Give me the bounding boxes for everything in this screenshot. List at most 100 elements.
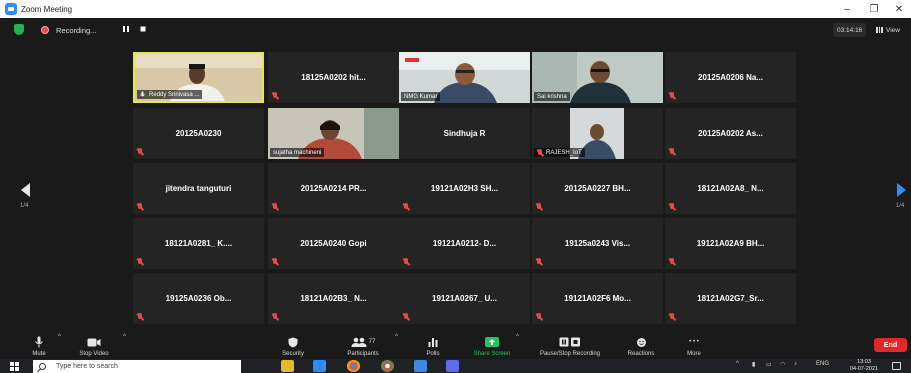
participant-tile[interactable]: 20125A0202 As...	[665, 108, 796, 159]
taskbar-search-input[interactable]: Type here to search	[33, 360, 241, 373]
participant-tile[interactable]: 20125A0240 Gopi	[268, 218, 399, 269]
participant-tile[interactable]: 19121A02H3 SH...	[399, 163, 530, 214]
participant-tile[interactable]: 18121A02B3_ N...	[268, 273, 399, 324]
participant-name: 19121A02F6 Mo...	[564, 294, 631, 303]
participant-name: 18121A02G7_Sr...	[697, 294, 764, 303]
participant-tile[interactable]: NMG Kumar	[399, 52, 530, 103]
video-options-caret-icon[interactable]: ^	[123, 334, 126, 340]
participant-name: 20125A0240 Gopi	[300, 239, 367, 248]
participant-tile[interactable]: 19125A0236 Ob...	[133, 273, 264, 324]
zoom-logo-icon	[5, 3, 17, 15]
file-explorer-icon[interactable]	[281, 360, 294, 372]
participant-tile[interactable]: 20125A0227 BH...	[532, 163, 663, 214]
end-meeting-button[interactable]: End	[874, 338, 907, 352]
participant-tile[interactable]: 18121A0281_ K....	[133, 218, 264, 269]
network-icon[interactable]: ▮	[752, 361, 755, 368]
volume-icon[interactable]: ♪	[794, 361, 797, 367]
muted-microphone-icon	[402, 203, 410, 211]
muted-microphone-icon	[535, 203, 543, 211]
show-hidden-icons-icon[interactable]: ^	[736, 361, 739, 367]
mute-button[interactable]: Mute	[28, 330, 50, 359]
page-indicator-left: 1/4	[20, 203, 29, 209]
paint-icon[interactable]	[414, 360, 427, 372]
microphone-icon	[140, 91, 145, 97]
security-button[interactable]: Security	[275, 330, 311, 359]
participant-tile[interactable]: Sindhuja R	[399, 108, 530, 159]
participants-options-caret-icon[interactable]: ^	[395, 334, 398, 340]
close-button[interactable]: ✕	[886, 0, 911, 18]
minimize-button[interactable]: –	[834, 0, 860, 18]
windows-taskbar: Type here to search ^ ▮ ▭ ◠ ♪ ENG 13:03 …	[0, 359, 911, 373]
muted-microphone-icon	[668, 258, 676, 266]
participant-tile[interactable]: 20125A0206 Na...	[665, 52, 796, 103]
participant-tile[interactable]: 19125a0243 Vis...	[532, 218, 663, 269]
share-options-caret-icon[interactable]: ^	[516, 334, 519, 340]
muted-microphone-icon	[271, 203, 279, 211]
participant-name-label: Sai krishna	[534, 92, 570, 101]
previous-page-icon[interactable]	[19, 182, 31, 198]
participant-tile[interactable]: 19121A02A9 BH...	[665, 218, 796, 269]
participant-name: 18125A0202 hit...	[301, 73, 366, 82]
muted-microphone-icon	[668, 313, 676, 321]
participant-tile[interactable]: 18121A02A8_ N...	[665, 163, 796, 214]
muted-microphone-icon	[136, 203, 144, 211]
participant-tile[interactable]: Sai krishna	[532, 52, 663, 103]
participant-tile-active-speaker[interactable]: Reddy Srinivasa ...	[133, 52, 264, 103]
participant-tile[interactable]: 18121A02G7_Sr...	[665, 273, 796, 324]
recording-indicator: Recording...	[34, 22, 112, 38]
muted-microphone-icon	[668, 92, 676, 100]
participant-name: 18121A0281_ K....	[164, 239, 233, 248]
pause-stop-recording-button[interactable]: Pause/Stop Recording	[528, 330, 612, 359]
polls-icon	[428, 336, 438, 348]
participant-tile[interactable]: RAJESH_IoT	[532, 108, 663, 159]
page-indicator-right: 1/4	[896, 203, 905, 209]
pause-recording-icon[interactable]	[122, 25, 130, 35]
security-shield-icon[interactable]	[14, 24, 24, 35]
meeting-top-bar: Recording... 03:14:16 View	[0, 18, 911, 42]
gallery-view-icon	[876, 27, 883, 33]
participant-name-label: NMG Kumar	[401, 92, 441, 101]
view-button[interactable]: View	[876, 23, 900, 37]
muted-microphone-icon	[536, 149, 544, 157]
stop-recording-icon[interactable]	[139, 25, 147, 35]
share-screen-button[interactable]: Share Screen	[464, 330, 520, 359]
reactions-button[interactable]: Reactions	[621, 330, 661, 359]
muted-microphone-icon	[271, 258, 279, 266]
pause-stop-recording-icon	[559, 336, 581, 348]
participant-name-label: RAJESH_IoT	[534, 148, 585, 157]
maximize-button[interactable]: ❐	[861, 0, 887, 18]
more-button[interactable]: • • • More	[679, 330, 709, 359]
muted-microphone-icon	[535, 258, 543, 266]
browser-icon[interactable]	[381, 360, 394, 372]
chrome-icon[interactable]	[347, 360, 360, 372]
participant-tile[interactable]: 19121A02F6 Mo...	[532, 273, 663, 324]
notifications-icon[interactable]	[892, 362, 901, 370]
battery-icon[interactable]: ▭	[766, 361, 772, 368]
participant-tile[interactable]: 20125A0214 PR...	[268, 163, 399, 214]
muted-microphone-icon	[402, 258, 410, 266]
zoom-window: Zoom Meeting – ❐ ✕ Recording... 03:14:16…	[0, 0, 911, 373]
participant-tile[interactable]: 18125A0202 hit...	[268, 52, 399, 103]
zoom-taskbar-icon[interactable]	[313, 360, 326, 372]
photos-icon[interactable]	[446, 360, 459, 372]
wifi-icon[interactable]: ◠	[780, 361, 785, 368]
audio-options-caret-icon[interactable]: ^	[58, 334, 61, 340]
taskbar-clock[interactable]: 13:03 04-07-2021	[843, 359, 885, 373]
participant-tile[interactable]: 19121A0212- D...	[399, 218, 530, 269]
participant-tile[interactable]: sujatha machineni	[268, 108, 399, 159]
stop-video-button[interactable]: Stop Video	[66, 330, 122, 359]
windows-start-icon[interactable]	[10, 362, 19, 371]
participant-tile[interactable]: 19121A0267_ U...	[399, 273, 530, 324]
participant-name: 20125A0230	[175, 129, 222, 138]
language-indicator[interactable]: ENG	[816, 361, 829, 367]
participant-name: Sindhuja R	[443, 129, 486, 138]
muted-microphone-icon	[668, 148, 676, 156]
recording-label: Recording...	[56, 25, 97, 35]
participant-tile[interactable]: 20125A0230	[133, 108, 264, 159]
next-page-icon[interactable]	[896, 182, 908, 198]
participants-count: 77	[368, 339, 376, 345]
window-title: Zoom Meeting	[21, 4, 73, 14]
polls-button[interactable]: Polls	[418, 330, 448, 359]
participants-button[interactable]: 77 Participants	[338, 330, 388, 359]
participant-tile[interactable]: jitendra tanguturi	[133, 163, 264, 214]
